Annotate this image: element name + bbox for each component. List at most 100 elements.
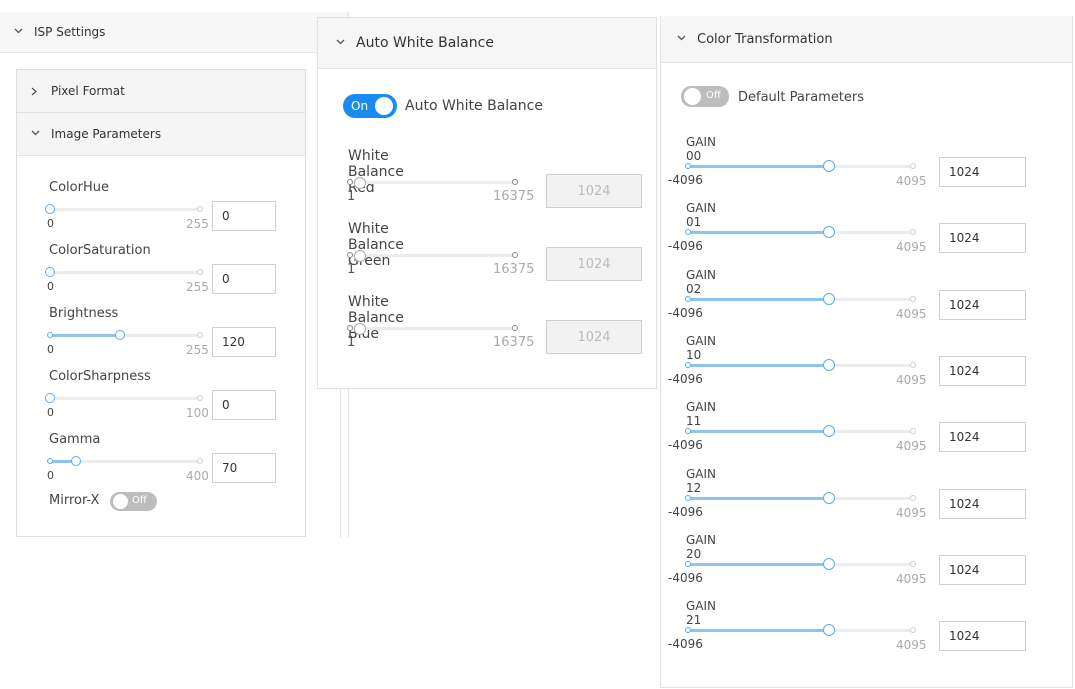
gain-value-input[interactable]: 1024 [939,422,1026,452]
slider-end-dot [910,627,916,633]
param-label: ColorSaturation [49,243,151,258]
slider-start-dot [685,428,691,434]
chevron-down-icon [31,130,40,138]
slider-min: 0 [47,280,54,293]
slider-handle[interactable] [822,293,835,305]
slider-track [350,181,515,184]
pixel-format-section[interactable]: Pixel Format [17,70,305,113]
slider-max: 4095 [896,307,927,321]
gain-value-input[interactable]: 1024 [939,555,1026,585]
awb-toggle[interactable]: On [343,94,397,118]
slider-max: 400 [186,469,209,483]
image-parameters-section[interactable]: Image Parameters [17,113,305,156]
mirror-x-toggle[interactable]: Off [110,492,157,511]
ct-header[interactable]: Color Transformation [661,16,1072,63]
param-value-input[interactable]: 0 [212,201,276,231]
ct-panel: Color Transformation [660,16,1073,688]
param-value-input[interactable]: 120 [212,327,276,357]
slider-fill [688,231,829,234]
slider-min: -4096 [668,173,703,187]
isp-settings-header[interactable]: ISP Settings [0,12,348,53]
gain-label: GAIN 11 [686,400,717,428]
param-label: ColorHue [49,180,109,195]
slider-handle[interactable] [45,393,55,403]
slider-min: 0 [47,406,54,419]
param-value-input[interactable]: 0 [212,390,276,420]
slider-max: 255 [186,343,209,357]
slider-start-dot [347,325,353,331]
slider-max: 4095 [896,174,927,188]
slider-max: 16375 [493,262,535,277]
slider-min: 0 [47,469,54,482]
slider-handle[interactable] [822,492,835,504]
awb-toggle-label: Auto White Balance [405,98,543,114]
slider-min: 0 [47,217,54,230]
gain-label: GAIN 12 [686,467,717,495]
slider-max: 4095 [896,638,927,652]
default-parameters-toggle[interactable]: Off [681,86,729,107]
slider-handle[interactable] [822,160,835,172]
slider-min: 0 [47,343,54,356]
slider-end-dot [910,428,916,434]
param-value-input[interactable]: 1024 [546,320,642,354]
slider-fill [688,563,829,566]
slider-min: 1 [347,262,356,277]
param-label: Gamma [49,432,101,447]
slider-handle[interactable] [45,267,55,277]
gain-label: GAIN 20 [686,533,717,561]
slider-end-dot [910,163,916,169]
slider-max: 255 [186,280,209,294]
gain-label: GAIN 01 [686,201,717,229]
param-label: ColorSharpness [49,369,151,384]
default-parameters-label: Default Parameters [738,90,865,105]
slider-end-dot [197,458,203,464]
param-label: White Balance Red [348,148,404,196]
slider-handle[interactable] [822,624,835,636]
mirror-x-state: Off [132,495,147,506]
gain-value-input[interactable]: 1024 [939,356,1026,386]
slider-start-dot [685,229,691,235]
param-value-input[interactable]: 70 [212,453,276,483]
slider-handle[interactable] [822,558,835,570]
isp-settings-title: ISP Settings [34,25,106,39]
slider-handle[interactable] [822,425,835,437]
slider-end-dot [197,332,203,338]
slider-handle[interactable] [822,359,835,371]
param-value-input[interactable]: 0 [212,264,276,294]
slider-start-dot [47,458,53,464]
slider-max: 4095 [896,439,927,453]
toggle-knob [684,88,701,105]
slider-fill [688,298,829,301]
slider-handle[interactable] [70,456,81,466]
slider-max: 4095 [896,240,927,254]
slider-handle[interactable] [354,177,366,189]
pixel-format-label: Pixel Format [51,84,125,98]
gain-value-input[interactable]: 1024 [939,157,1026,187]
slider-max: 100 [186,406,209,420]
gain-value-input[interactable]: 1024 [939,621,1026,651]
slider-handle[interactable] [822,226,835,238]
gain-value-input[interactable]: 1024 [939,290,1026,320]
slider-fill [688,364,829,367]
slider-end-dot [512,179,518,185]
param-value-input[interactable]: 1024 [546,174,642,208]
slider-handle[interactable] [354,250,366,262]
slider-track [50,397,198,400]
slider-min: -4096 [668,239,703,253]
gain-value-input[interactable]: 1024 [939,489,1026,519]
gain-value-input[interactable]: 1024 [939,223,1026,253]
awb-header[interactable]: Auto White Balance [318,18,656,69]
toggle-knob [375,97,393,115]
slider-end-dot [512,252,518,258]
slider-handle[interactable] [354,323,366,335]
chevron-down-icon [677,35,686,43]
slider-handle[interactable] [45,204,55,214]
slider-start-dot [685,362,691,368]
slider-handle[interactable] [114,330,125,340]
param-value-input[interactable]: 1024 [546,247,642,281]
slider-track [50,208,198,211]
param-label: White Balance Blue [348,294,404,342]
slider-track [50,271,198,274]
slider-end-dot [910,495,916,501]
slider-start-dot [347,252,353,258]
